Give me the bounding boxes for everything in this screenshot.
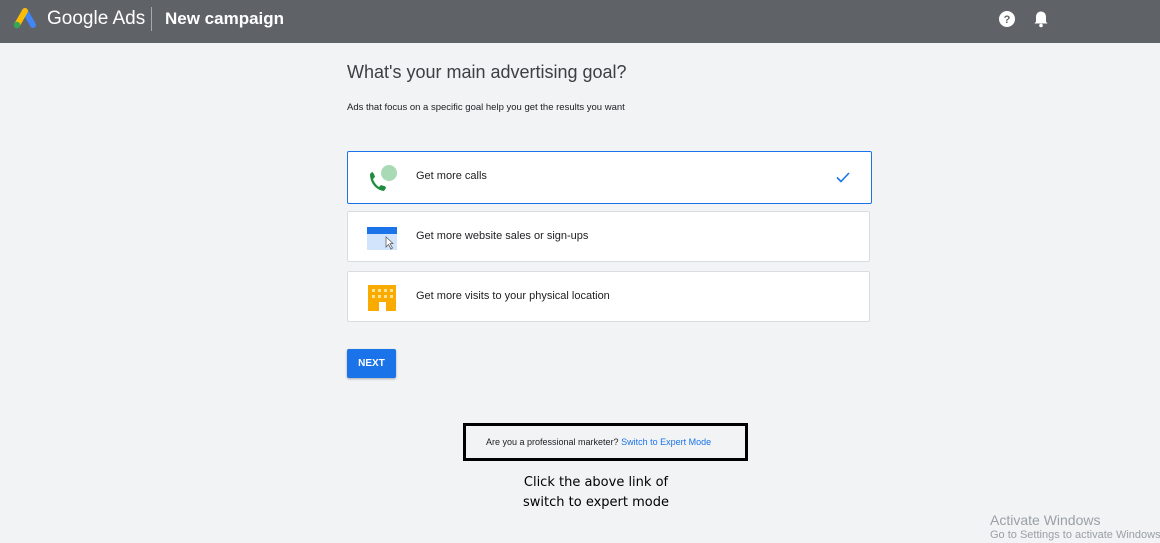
goal-option-calls[interactable]: Get more calls bbox=[347, 151, 872, 204]
page-title: New campaign bbox=[165, 9, 285, 28]
website-icon bbox=[367, 227, 397, 250]
phone-call-icon bbox=[370, 165, 397, 191]
header-divider bbox=[151, 7, 152, 31]
watermark-title: Activate Windows bbox=[990, 512, 1101, 528]
switch-to-expert-mode-link[interactable]: Switch to Expert Mode bbox=[621, 437, 711, 447]
next-button[interactable]: NEXT bbox=[347, 349, 396, 378]
check-icon bbox=[836, 172, 850, 183]
google-ads-logo-icon[interactable] bbox=[13, 8, 37, 30]
goal-heading: What's your main advertising goal? bbox=[347, 62, 627, 82]
goal-option-location[interactable]: Get more visits to your physical locatio… bbox=[347, 271, 870, 322]
caption-line: switch to expert mode bbox=[523, 495, 669, 510]
bell-icon[interactable] bbox=[1033, 10, 1049, 28]
instruction-caption: Click the above link of switch to expert… bbox=[500, 473, 692, 513]
expert-mode-question: Are you a professional marketer? bbox=[486, 437, 622, 447]
goal-option-website[interactable]: Get more website sales or sign-ups bbox=[347, 211, 870, 262]
goal-option-label: Get more calls bbox=[416, 170, 487, 182]
goal-option-label: Get more website sales or sign-ups bbox=[416, 230, 589, 242]
help-icon[interactable]: ? bbox=[999, 11, 1015, 27]
expert-mode-box: Are you a professional marketer? Switch … bbox=[463, 423, 748, 461]
storefront-icon bbox=[368, 285, 396, 311]
top-app-bar: Google Ads New campaign ? bbox=[0, 0, 1160, 43]
windows-activation-watermark: Activate Windows Go to Settings to activ… bbox=[990, 512, 1160, 541]
svg-text:?: ? bbox=[1004, 14, 1011, 26]
brand-name[interactable]: Google Ads bbox=[47, 8, 145, 30]
caption-line: Click the above link of bbox=[523, 475, 669, 490]
expert-mode-prompt: Are you a professional marketer? Switch … bbox=[486, 437, 711, 447]
goal-option-label: Get more visits to your physical locatio… bbox=[416, 290, 610, 302]
goal-subheading: Ads that focus on a specific goal help y… bbox=[347, 102, 625, 113]
watermark-subtitle: Go to Settings to activate Windows. bbox=[990, 529, 1160, 541]
